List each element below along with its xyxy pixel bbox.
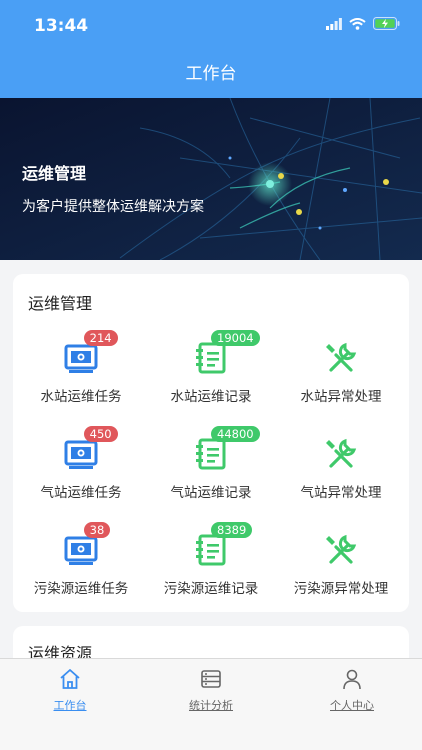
item-label: 污染源异常处理	[293, 581, 389, 597]
status-time: 13:44	[34, 16, 89, 36]
pollution-source-exception-item[interactable]: 污染源异常处理	[275, 530, 407, 620]
tab-label: 个人中心	[330, 699, 374, 712]
signal-icon	[326, 17, 342, 30]
wrench-screwdriver-icon	[326, 342, 357, 372]
water-station-task-item[interactable]: 214 水站运维任务	[15, 330, 147, 428]
water-station-exception-item[interactable]: 水站异常处理	[275, 338, 407, 428]
pollution-source-task-item[interactable]: 38 污染源运维任务	[15, 522, 147, 620]
nav-bar: 工作台	[0, 52, 422, 98]
item-label: 气站异常处理	[300, 485, 382, 501]
tab-label: 统计分析	[189, 699, 233, 712]
item-label: 气站运维任务	[40, 485, 122, 501]
item-label: 水站运维记录	[170, 389, 252, 405]
status-icons	[326, 17, 400, 30]
record-count-badge: 44800	[211, 426, 260, 442]
tab-bar: 工作台 统计分析 个人中心	[0, 658, 422, 750]
water-station-record-item[interactable]: 19004 水站运维记录	[145, 330, 277, 428]
item-label: 水站运维任务	[40, 389, 122, 405]
page-title: 工作台	[185, 64, 237, 84]
tab-label: 工作台	[53, 699, 87, 712]
task-count-badge: 214	[83, 330, 118, 346]
status-bar: 13:44	[0, 0, 422, 52]
ops-management-card: 运维管理 214 水站运维任务 19004 水站运维记录 水站异常处理 450 …	[13, 274, 409, 612]
record-count-badge: 8389	[211, 522, 253, 538]
item-label: 气站运维记录	[170, 485, 252, 501]
task-count-badge: 38	[83, 522, 111, 538]
wrench-screwdriver-icon	[326, 534, 357, 564]
item-label: 水站异常处理	[300, 389, 382, 405]
tab-personal-center[interactable]: 个人中心	[282, 667, 422, 713]
banner-subtitle: 为客户提供整体运维解决方案	[22, 199, 204, 215]
section-title: 运维管理	[28, 294, 93, 313]
air-station-task-item[interactable]: 450 气站运维任务	[15, 426, 147, 524]
list-icon	[201, 670, 221, 688]
home-icon	[60, 669, 80, 689]
air-station-exception-item[interactable]: 气站异常处理	[275, 434, 407, 524]
tab-statistics[interactable]: 统计分析	[141, 667, 281, 713]
record-count-badge: 19004	[211, 330, 260, 346]
banner[interactable]: 运维管理 为客户提供整体运维解决方案	[0, 98, 422, 260]
wrench-screwdriver-icon	[326, 438, 357, 468]
tab-workbench[interactable]: 工作台	[0, 667, 140, 713]
pollution-source-record-item[interactable]: 8389 污染源运维记录	[145, 522, 277, 620]
wifi-icon	[349, 17, 366, 30]
item-label: 污染源运维记录	[163, 581, 259, 597]
air-station-record-item[interactable]: 44800 气站运维记录	[145, 426, 277, 524]
task-count-badge: 450	[83, 426, 118, 442]
battery-charging-icon	[373, 17, 400, 30]
person-icon	[343, 669, 361, 690]
banner-title: 运维管理	[22, 164, 87, 183]
item-label: 污染源运维任务	[33, 581, 129, 597]
